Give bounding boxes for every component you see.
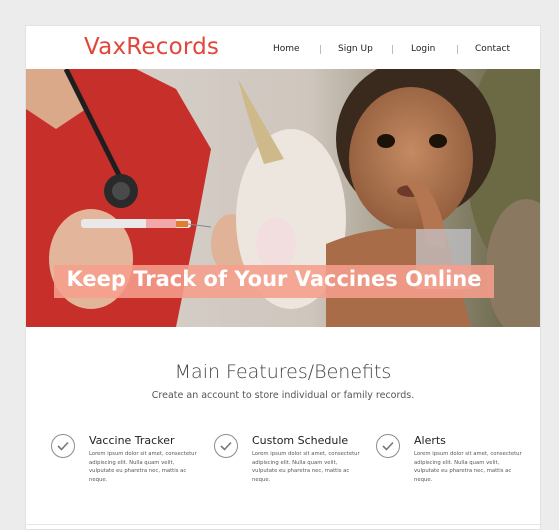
feature-alerts: Alerts Lorem ipsum dolor sit amet, conse…: [376, 434, 526, 504]
nav-separator: [457, 45, 458, 54]
hero-headline: Keep Track of Your Vaccines Online: [66, 267, 482, 291]
nav-contact-link[interactable]: Contact: [475, 44, 510, 54]
hero-section: Keep Track of Your Vaccines Online: [26, 69, 540, 327]
nav-separator: [392, 45, 393, 54]
feature-description: Lorem ipsum dolor sit amet, consectetur …: [89, 451, 197, 483]
section-divider: [26, 524, 540, 525]
features-subtitle: Create an account to store individual or…: [151, 390, 415, 401]
nav-signup-link[interactable]: Sign Up: [338, 44, 373, 54]
feature-vaccine-tracker: Vaccine Tracker Lorem ipsum dolor sit am…: [51, 434, 201, 504]
main-nav: Home Sign Up Login Contact: [26, 44, 540, 58]
nav-home-link[interactable]: Home: [273, 44, 300, 54]
feature-title: Custom Schedule: [252, 434, 349, 447]
check-circle-icon: [214, 434, 238, 458]
nav-separator: [320, 45, 321, 54]
hero-headline-banner: Keep Track of Your Vaccines Online: [54, 265, 494, 298]
page-container: VaxRecords Home Sign Up Login Contact Ke…: [25, 25, 541, 530]
feature-description: Lorem ipsum dolor sit amet, consectetur …: [414, 451, 522, 483]
site-header: VaxRecords Home Sign Up Login Contact: [26, 26, 540, 69]
nav-login-link[interactable]: Login: [411, 44, 435, 54]
features-title: Main Features/Benefits: [174, 361, 392, 383]
feature-custom-schedule: Custom Schedule Lorem ipsum dolor sit am…: [214, 434, 364, 504]
check-circle-icon: [51, 434, 75, 458]
feature-title: Alerts: [414, 434, 446, 447]
feature-title: Vaccine Tracker: [89, 434, 175, 447]
check-circle-icon: [376, 434, 400, 458]
feature-description: Lorem ipsum dolor sit amet, consectetur …: [252, 451, 360, 483]
